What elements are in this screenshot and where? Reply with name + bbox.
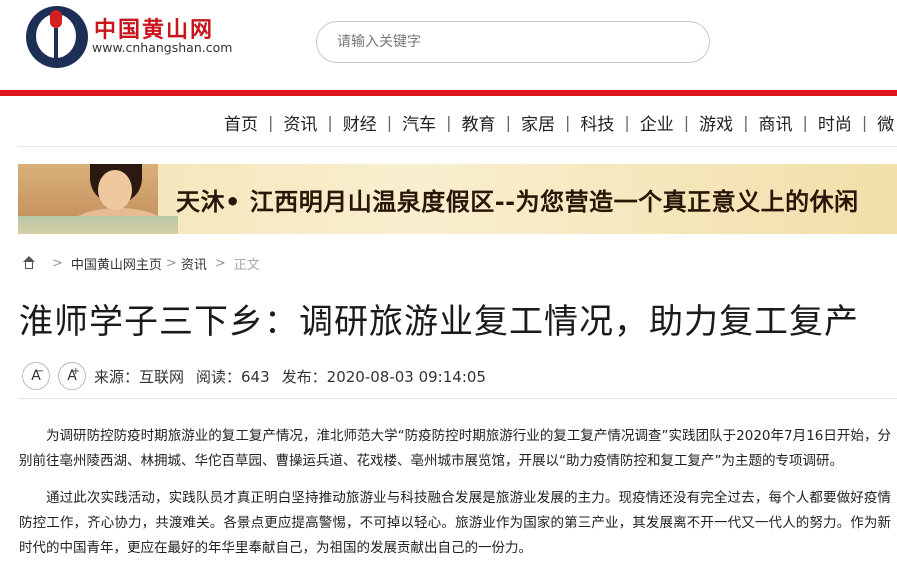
nav-separator: |: [268, 112, 274, 132]
logo-emblem-icon: [26, 6, 88, 68]
search-input[interactable]: [337, 31, 687, 53]
home-icon[interactable]: [22, 256, 36, 270]
header-divider: [0, 90, 897, 96]
breadcrumb-separator: >: [165, 255, 177, 271]
nav-item-auto[interactable]: 汽车: [398, 110, 440, 135]
breadcrumb-home-link[interactable]: 中国黄山网主页: [71, 254, 162, 273]
nav-separator: |: [386, 112, 393, 132]
nav-item-enterprise[interactable]: 企业: [636, 110, 678, 135]
breadcrumb-section-link[interactable]: 资讯: [181, 254, 207, 273]
nav-item-fashion[interactable]: 时尚: [814, 110, 856, 135]
nav-item-home-living[interactable]: 家居: [517, 110, 559, 135]
nav-divider: [18, 146, 897, 147]
article-paragraph: 通过此次实践活动，实践队员才真正明白坚持推动旅游业与科技融合发展是旅游业发展的主…: [19, 490, 891, 556]
breadcrumb: > 中国黄山网主页 > 资讯 > 正文: [22, 254, 260, 273]
banner-ad[interactable]: 天沐• 江西明月山温泉度假区--为您营造一个真正意义上的休闲: [18, 164, 897, 234]
nav-separator: |: [802, 112, 808, 132]
banner-photo: [18, 164, 178, 234]
nav-separator: |: [505, 112, 511, 132]
site-header: 中国黄山网 www.cnhangshan.com: [0, 0, 897, 90]
article-source: 来源：互联网: [94, 367, 185, 386]
nav-separator: |: [327, 112, 333, 132]
nav-separator: |: [624, 112, 630, 132]
nav-item-business[interactable]: 商讯: [755, 110, 797, 135]
nav-separator: |: [564, 112, 571, 132]
font-decrease-button[interactable]: A −: [22, 362, 50, 390]
nav-item-home[interactable]: 首页: [220, 110, 262, 135]
nav-item-games[interactable]: 游戏: [695, 110, 737, 135]
logo-url: www.cnhangshan.com: [92, 40, 233, 55]
article-meta: A − A + 来源：互联网 阅读：643 发布：2020-08-03 09:14:…: [22, 362, 498, 390]
nav-separator: |: [743, 112, 749, 132]
banner-text: 天沐• 江西明月山温泉度假区--为您营造一个真正意义上的休闲: [176, 188, 859, 216]
article-body: 为调研防控防疫时期旅游业的复工复产情况，淮北师范大学“防疫防控时期旅游行业的复工…: [19, 424, 891, 573]
article-paragraph: 为调研防控防疫时期旅游业的复工复产情况，淮北师范大学“防疫防控时期旅游行业的复工…: [19, 428, 891, 469]
article-title: 淮师学子三下乡：调研旅游业复工情况，助力复工复产: [19, 302, 859, 342]
article-reads: 阅读：643: [196, 367, 270, 386]
breadcrumb-separator: >: [52, 255, 63, 271]
nav-separator: |: [446, 112, 452, 132]
nav-item-news[interactable]: 资讯: [279, 110, 321, 135]
nav-item-finance[interactable]: 财经: [339, 110, 381, 135]
main-nav: 首页 | 资讯 | 财经 | 汽车 | 教育 | 家居 | 科技 | 企业 | …: [220, 108, 897, 136]
nav-separator: |: [861, 112, 868, 132]
meta-divider: [18, 398, 897, 399]
breadcrumb-separator: >: [214, 255, 226, 271]
breadcrumb-current: 正文: [233, 257, 260, 273]
nav-separator: |: [683, 112, 690, 132]
nav-item-more[interactable]: 微: [873, 110, 897, 135]
search-box[interactable]: [316, 21, 710, 63]
nav-item-tech[interactable]: 科技: [576, 110, 618, 135]
font-increase-button[interactable]: A +: [58, 362, 86, 390]
nav-item-education[interactable]: 教育: [458, 110, 500, 135]
article-published: 发布：2020-08-03 09:14:05: [281, 367, 486, 386]
site-logo[interactable]: 中国黄山网 www.cnhangshan.com: [26, 6, 258, 68]
